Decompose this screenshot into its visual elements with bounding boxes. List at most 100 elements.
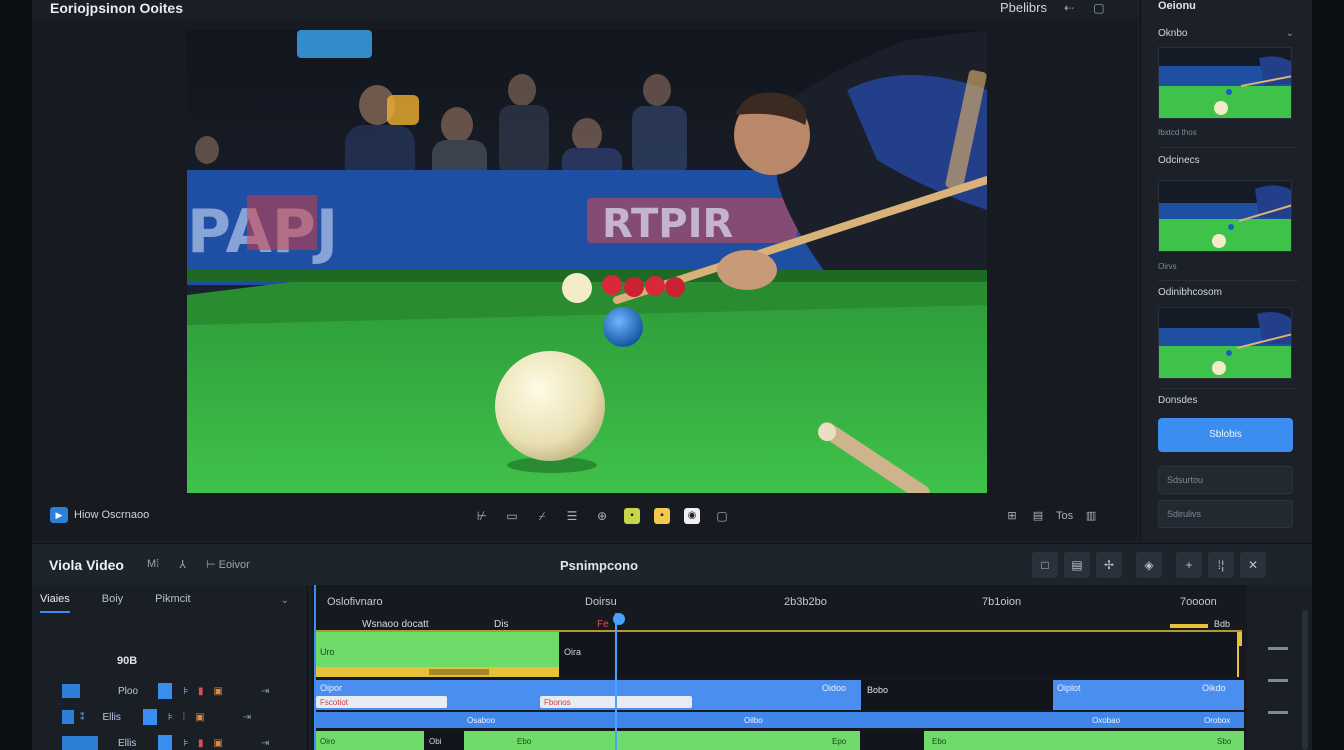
track-row[interactable]: ⁑ Ellis ⊧ ⁞ ▣ ⇥	[32, 704, 308, 730]
track-toggle[interactable]	[142, 709, 157, 725]
footer-label: Donsdes	[1158, 395, 1198, 406]
track-row[interactable]: Ploo ⊧ ▮ ▣ ⇥	[32, 678, 308, 704]
svg-text:Oiro: Oiro	[320, 737, 336, 746]
tab-body[interactable]: Boiy	[102, 593, 123, 613]
track-lock-icon[interactable]: ⊧	[180, 686, 192, 697]
video-preview[interactable]: PAPJ RTPIR	[187, 30, 987, 493]
square-button[interactable]: □	[1032, 552, 1058, 578]
zoom-handle[interactable]	[1268, 679, 1288, 682]
color-white-icon[interactable]: ◉	[684, 508, 700, 524]
chevron-down-icon[interactable]: ⌄	[1286, 28, 1294, 39]
track-headers: Viaies Boiy Pikmcit ⌄ 90B Ploo ⊧ ▮ ▣ ⇥ ⁑…	[32, 585, 308, 750]
primary-button[interactable]: Sblobis	[1158, 418, 1293, 452]
color-green-icon[interactable]: ▪	[624, 508, 640, 524]
box-icon[interactable]: ▢	[714, 508, 730, 524]
preview-right-controls: ⊞ ▤ Tos ▥	[1004, 508, 1099, 524]
close-button[interactable]: ✕	[1240, 552, 1266, 578]
track-name: Ellis	[102, 711, 121, 723]
color-yellow-icon[interactable]: ▪	[654, 508, 670, 524]
track-pin-icon[interactable]: ⁞	[183, 712, 186, 723]
svg-text:Orobox: Orobox	[1204, 716, 1230, 725]
ruler-label: 7b1oion	[982, 596, 1022, 608]
track-mute-icon[interactable]: ▣	[214, 738, 223, 749]
marker-icon[interactable]: ⊕	[594, 508, 610, 524]
split-button[interactable]: ⁞¦	[1208, 552, 1234, 578]
panel-field-2[interactable]: Sdirulivs	[1158, 500, 1293, 528]
track-name: Ellis	[118, 737, 137, 749]
track-color-swatch	[62, 736, 98, 750]
track-toggle[interactable]	[158, 735, 172, 750]
track-expand-icon[interactable]: ⇥	[261, 686, 269, 697]
list-icon[interactable]: ☰	[564, 508, 580, 524]
section-label-3: Odinibhcosom	[1158, 287, 1222, 298]
chevron-down-icon[interactable]: ⌄	[281, 595, 289, 606]
svg-text:Oxobao: Oxobao	[1092, 716, 1121, 725]
track-record-icon[interactable]: ▮	[198, 738, 204, 749]
svg-text:Fbonos: Fbonos	[544, 698, 571, 707]
svg-text:Oiplot: Oiplot	[1057, 683, 1081, 693]
timeline-tools: M⁞ ⅄ ⊢ Eoivor	[147, 558, 250, 571]
ruler-label: 7oooon	[1180, 596, 1217, 608]
section-label-2: Odcinecs	[1158, 155, 1200, 166]
move-button[interactable]: ✢	[1096, 552, 1122, 578]
fill-button[interactable]: ◈	[1136, 552, 1162, 578]
layout-button[interactable]: ▤	[1064, 552, 1090, 578]
svg-text:Osaboo: Osaboo	[467, 716, 496, 725]
editor-tool-button[interactable]: ⊢ Eoivor	[206, 558, 250, 571]
marker-tool-button[interactable]: M⁞	[147, 558, 159, 571]
svg-text:Fscotiot: Fscotiot	[320, 698, 349, 707]
timeline-right-buttons: □ ▤ ✢ ◈ + ⁞¦ ✕	[1032, 552, 1266, 578]
preview-right-label[interactable]: Tos	[1056, 510, 1073, 522]
divider	[1158, 280, 1298, 281]
window-icon[interactable]: ▢	[1091, 1, 1107, 15]
svg-text:Bobo: Bobo	[867, 685, 888, 695]
snap-tool-button[interactable]: ⅄	[179, 558, 186, 571]
zoom-handle[interactable]	[1268, 647, 1288, 650]
divider	[1158, 147, 1298, 148]
trim-icon[interactable]: ⊬	[474, 508, 490, 524]
track-record-icon[interactable]: ▮	[198, 686, 204, 697]
svg-text:Oikdo: Oikdo	[1202, 683, 1226, 693]
track-lock-icon[interactable]: ⊧	[165, 712, 177, 723]
track-sync-icon[interactable]: ⁑	[80, 712, 85, 723]
timeline-toolbar: Viola Video M⁞ ⅄ ⊢ Eoivor Psnimpcono □ ▤…	[32, 543, 1312, 585]
crop-icon[interactable]: ▭	[504, 508, 520, 524]
track-mute-icon[interactable]: ▣	[195, 712, 204, 723]
grid-icon[interactable]: ⊞	[1004, 508, 1020, 524]
thumbnail-2[interactable]	[1158, 180, 1292, 252]
track-color-swatch	[62, 684, 80, 698]
track-toggle[interactable]	[158, 683, 172, 699]
playhead[interactable]	[612, 613, 622, 750]
fullscreen-icon[interactable]: ▥	[1083, 508, 1099, 524]
svg-text:Dis: Dis	[494, 619, 508, 630]
right-panel: Oeionu Oknbo ⌄ Ibxtcd thos Odcinecs Oirv…	[1140, 0, 1312, 540]
layout-icon[interactable]: ▤	[1030, 508, 1046, 524]
svg-text:Obi: Obi	[429, 737, 442, 746]
panel-field-1[interactable]: Sdsurtou	[1158, 466, 1293, 494]
timeline-title: Viola Video	[49, 557, 124, 573]
clip-label[interactable]: ▶ Hiow Oscrnaoo	[50, 507, 149, 523]
thumbnail-3[interactable]	[1158, 307, 1292, 379]
track-expand-icon[interactable]: ⇥	[243, 712, 251, 723]
track-lock-icon[interactable]: ⊧	[180, 738, 192, 749]
tab-picture[interactable]: Pikmcit	[155, 593, 190, 613]
preview-header-label: Pbelibrs	[1000, 0, 1047, 15]
add-button[interactable]: +	[1176, 552, 1202, 578]
transport-controls: ⊬ ▭ ⌿ ☰ ⊕ ▪ ▪ ◉ ▢	[474, 508, 730, 524]
track-mute-icon[interactable]: ▣	[214, 686, 223, 697]
track-color-swatch	[62, 710, 74, 724]
timeline-area[interactable]: Wsnaoo docatt Dis Fe Bdb Uro Oira Oipor …	[312, 585, 1247, 750]
back-arrow-icon[interactable]: ⇠	[1061, 1, 1077, 15]
split-icon[interactable]: ⌿	[534, 508, 550, 524]
thumbnail-1[interactable]	[1158, 47, 1292, 119]
zoom-handle[interactable]	[1268, 711, 1288, 714]
tab-videos[interactable]: Viaies	[40, 593, 70, 613]
svg-text:Uro: Uro	[320, 647, 335, 657]
timeline-center-title: Psnimpcono	[560, 558, 639, 573]
track-group-label: 90B	[117, 655, 138, 667]
track-expand-icon[interactable]: ⇥	[261, 738, 269, 749]
timeline-scrollbar[interactable]	[1302, 610, 1308, 750]
snooker-scene: PAPJ RTPIR	[187, 30, 987, 493]
track-row[interactable]: Ellis ⊧ ▮ ▣ ⇥	[32, 730, 308, 750]
ruler-label: Doirsu	[585, 596, 617, 608]
